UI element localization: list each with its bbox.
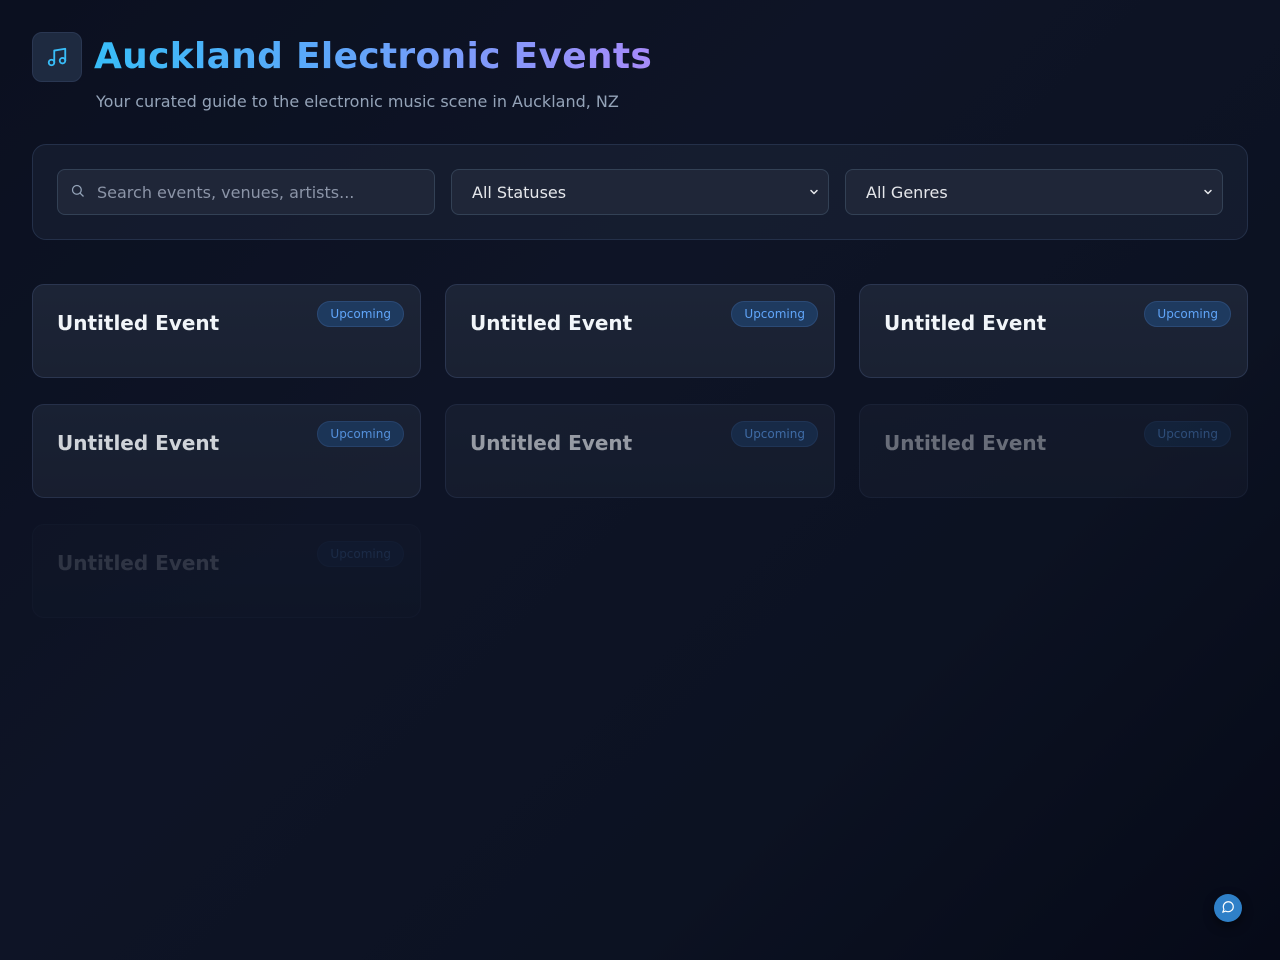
page-header: Auckland Electronic Events Your curated … bbox=[32, 32, 652, 111]
event-card[interactable]: Untitled Event Upcoming bbox=[445, 284, 835, 378]
status-badge: Upcoming bbox=[731, 421, 818, 447]
search-input[interactable] bbox=[97, 182, 422, 202]
title-row: Auckland Electronic Events bbox=[32, 32, 652, 82]
chevron-down-icon bbox=[1202, 183, 1214, 202]
page-subtitle: Your curated guide to the electronic mus… bbox=[96, 92, 619, 111]
status-badge: Upcoming bbox=[317, 541, 404, 567]
event-card[interactable]: Untitled Event Upcoming bbox=[32, 524, 421, 618]
search-box[interactable] bbox=[57, 169, 435, 215]
search-icon bbox=[70, 183, 85, 202]
status-badge: Upcoming bbox=[1144, 421, 1231, 447]
music-note-icon bbox=[32, 32, 82, 82]
event-card[interactable]: Untitled Event Upcoming bbox=[32, 284, 421, 378]
status-select-value: All Statuses bbox=[472, 182, 567, 202]
event-card[interactable]: Untitled Event Upcoming bbox=[859, 404, 1248, 498]
genre-select-value: All Genres bbox=[866, 182, 948, 202]
event-card[interactable]: Untitled Event Upcoming bbox=[32, 404, 421, 498]
status-badge: Upcoming bbox=[731, 301, 818, 327]
genre-select[interactable]: All Genres bbox=[845, 169, 1223, 215]
page-title: Auckland Electronic Events bbox=[94, 32, 652, 82]
chat-bubble-icon bbox=[1221, 899, 1235, 918]
chevron-down-icon bbox=[808, 183, 820, 202]
event-card[interactable]: Untitled Event Upcoming bbox=[445, 404, 835, 498]
status-badge: Upcoming bbox=[1144, 301, 1231, 327]
event-grid: Untitled Event Upcoming Untitled Event U… bbox=[32, 284, 1248, 618]
status-select[interactable]: All Statuses bbox=[451, 169, 829, 215]
status-badge: Upcoming bbox=[317, 301, 404, 327]
filter-panel: All Statuses All Genres bbox=[32, 144, 1248, 240]
status-badge: Upcoming bbox=[317, 421, 404, 447]
event-card[interactable]: Untitled Event Upcoming bbox=[859, 284, 1248, 378]
chat-button[interactable] bbox=[1214, 894, 1242, 922]
